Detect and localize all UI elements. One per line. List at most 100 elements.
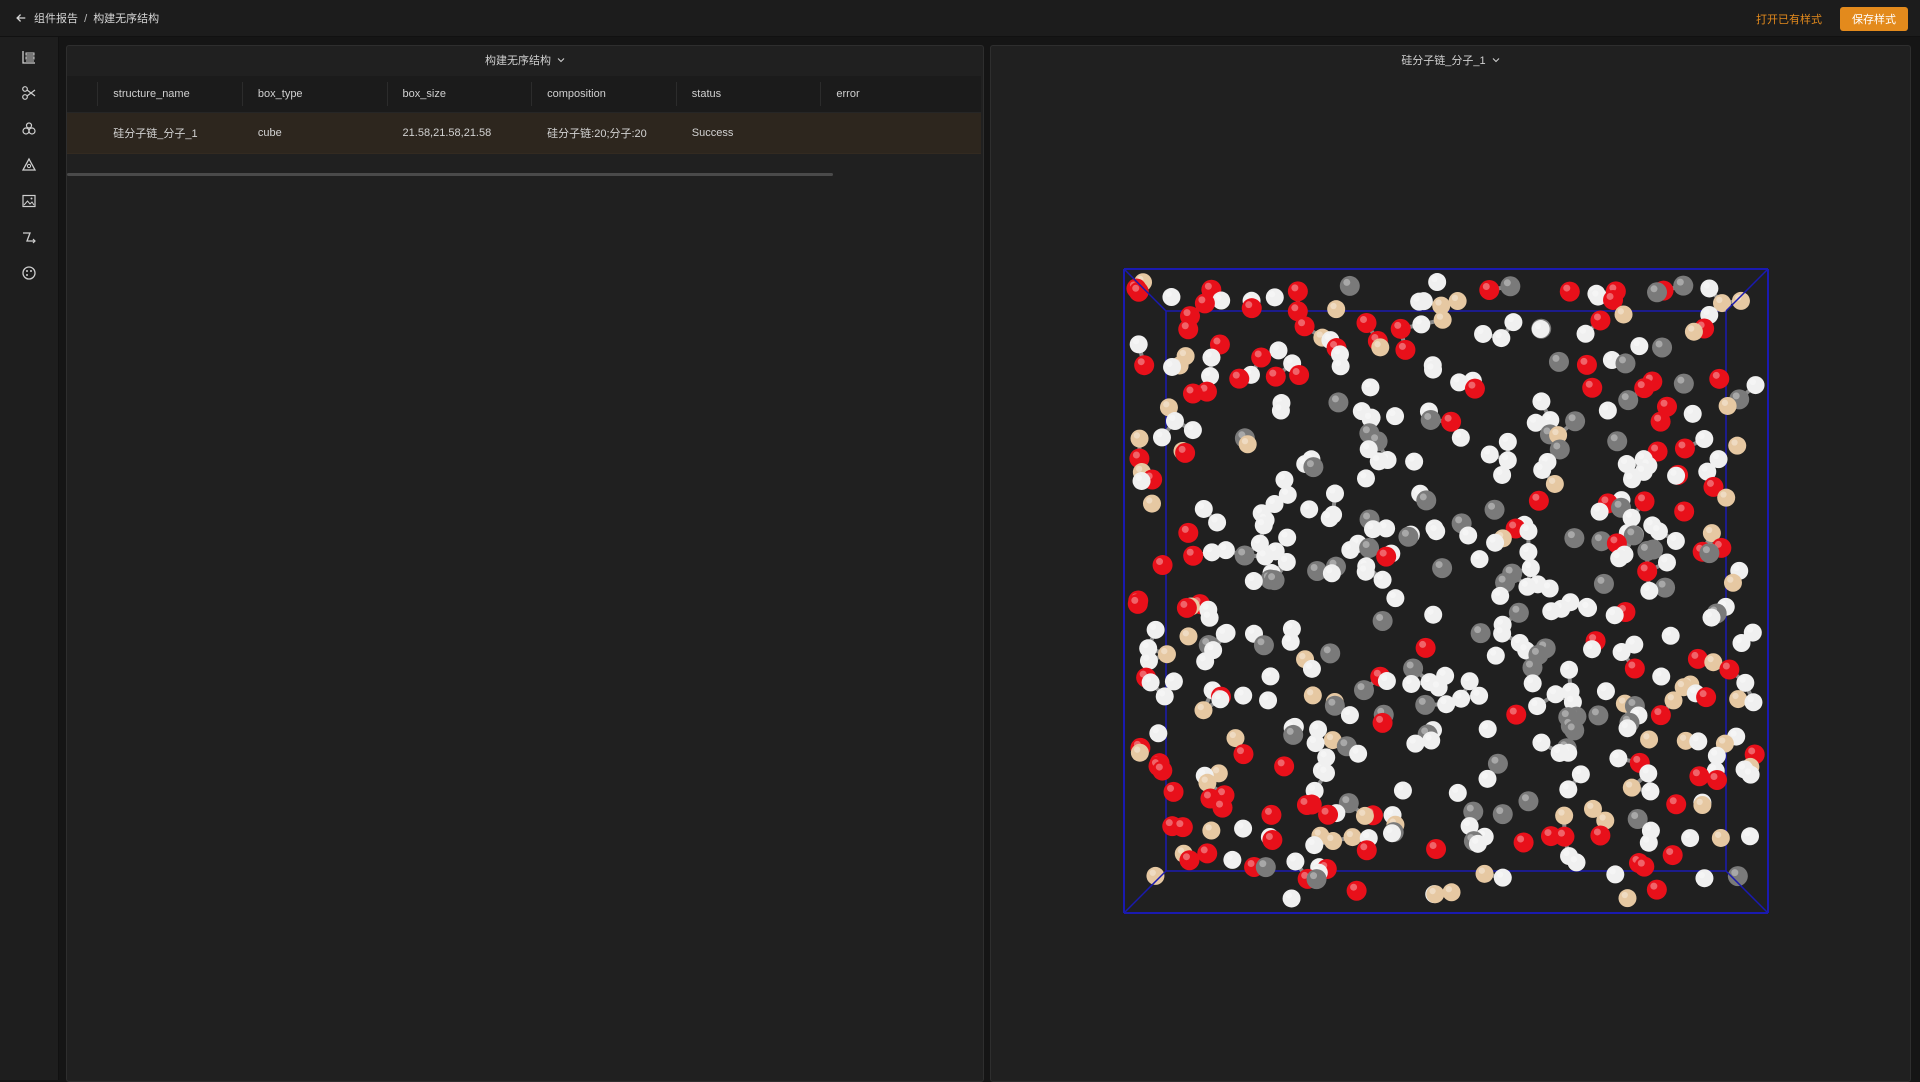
atom-hydrogen [1364,520,1382,538]
atom-highlight [1482,773,1488,779]
atom-highlight [1550,688,1556,694]
horizontal-scrollbar[interactable] [67,173,833,176]
atom-highlight [1437,314,1443,320]
table-row[interactable]: 硅分子链_分子_1 cube 21.58,21.58,21.58 硅分子链:20… [67,113,981,154]
breadcrumb-parent[interactable]: 组件报告 [34,13,78,25]
table-panel-selector[interactable]: 构建无序结构 [67,46,983,74]
breadcrumb-current: 构建无序结构 [93,13,159,25]
atom-highlight [1699,872,1705,878]
atom-highlight [1408,455,1414,461]
atom-hydrogen [1662,627,1680,645]
atom-highlight [1619,356,1626,363]
atom-hydrogen [1695,869,1713,887]
atom-highlight [1360,472,1366,478]
atom-oxygen [1229,369,1249,389]
structure-selector[interactable]: 硅分子链_分子_1 [991,46,1910,74]
path-icon[interactable] [21,229,37,245]
atom-highlight [1736,637,1742,643]
atom-highlight [1343,279,1350,286]
atom-highlight [1731,439,1737,445]
atom-hydrogen [1469,835,1487,853]
sidebar [0,37,59,1080]
atom-hydrogen [1321,509,1339,527]
column-header[interactable]: box_type [258,88,403,100]
atom-oxygen [1295,316,1315,336]
atom-carbon [1328,392,1348,412]
atom-highlight [1720,491,1726,497]
atom-highlight [1665,629,1671,635]
atom-hydrogen [1579,599,1597,617]
atom-highlight [1435,299,1441,305]
atom-highlight [1594,828,1601,835]
atom-hydrogen [1266,288,1284,306]
atom-highlight [1750,379,1756,385]
column-header[interactable]: structure_name [113,88,258,100]
atom-oxygen [1261,805,1281,825]
atom-highlight [1389,410,1395,416]
atom-highlight [1184,309,1191,316]
atom-highlight [1380,550,1387,557]
atom-carbon [1373,611,1393,631]
save-style-button[interactable]: 保存样式 [1840,7,1908,31]
atom-hydrogen [1492,329,1510,347]
atom-highlight [1522,794,1529,801]
atom-highlight [1563,663,1569,669]
atom-highlight [1390,592,1396,598]
atom-silicon [1194,701,1212,719]
atom-hydrogen [1481,445,1499,463]
column-header[interactable]: status [692,88,837,100]
atom-highlight [1131,597,1138,604]
atom-highlight [1536,464,1542,470]
atom-highlight [1269,370,1276,377]
atom-silicon [1665,691,1683,709]
atom-carbon [1416,490,1436,510]
atom-highlight [1502,436,1508,442]
atom-highlight [1710,773,1717,780]
chart-icon[interactable] [21,49,37,65]
image-icon[interactable] [21,193,37,209]
atom-highlight [1532,494,1539,501]
column-header[interactable]: composition [547,88,692,100]
atom-silicon [1304,686,1322,704]
atom-hydrogen [1681,829,1699,847]
atom-highlight [1275,404,1281,410]
atom-highlight [1719,737,1725,743]
atom-hydrogen [1163,358,1181,376]
atom-highlight [1290,855,1296,861]
atom-highlight [1678,504,1685,511]
atom-highlight [1745,768,1751,774]
atom-carbon [1699,543,1719,563]
atom-oxygen [1179,850,1199,870]
atom-hydrogen [1689,732,1707,750]
scissors-icon[interactable] [21,85,37,101]
atom-highlight [1610,536,1617,543]
atom-highlight [1248,575,1254,581]
atom-carbon [1647,282,1667,302]
atom-highlight [1365,381,1371,387]
molecule-3d-viewer[interactable] [1121,266,1771,916]
atom-highlight [1360,843,1367,850]
atom-silicon [1640,730,1658,748]
palette-icon[interactable] [21,265,37,281]
atom-highlight [1410,737,1416,743]
atom-oxygen [1506,705,1526,725]
atom-hydrogen [1272,402,1290,420]
atom-highlight [1316,331,1322,337]
atom-highlight [1520,644,1526,650]
back-arrow-icon[interactable] [14,11,28,25]
atom-hydrogen [1147,621,1165,639]
column-header[interactable]: box_size [403,88,548,100]
atom-hydrogen [1641,782,1659,800]
atom-oxygen [1582,378,1602,398]
triangle-nodes-icon[interactable] [21,157,37,173]
molecule-icon[interactable] [21,121,37,137]
atom-oxygen [1128,594,1148,614]
atom-highlight [1473,689,1479,695]
open-style-link[interactable]: 打开已有样式 [1756,11,1822,27]
atom-highlight [1430,525,1436,531]
atom-hydrogen [1140,652,1158,670]
column-header[interactable]: error [836,88,981,100]
atom-highlight [1661,556,1667,562]
atom-highlight [1748,747,1755,754]
atom-highlight [1307,689,1313,695]
